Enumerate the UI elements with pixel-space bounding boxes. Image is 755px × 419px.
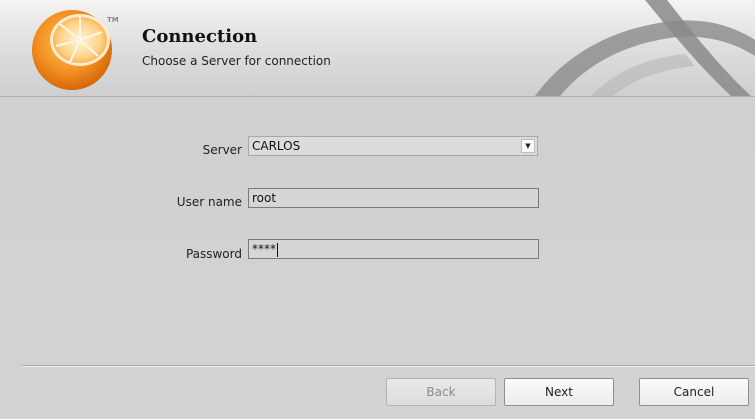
footer-divider — [22, 365, 755, 367]
username-value: root — [252, 191, 277, 205]
back-button[interactable]: Back — [386, 378, 496, 406]
username-label: User name — [176, 195, 242, 209]
username-field[interactable]: root — [248, 188, 539, 208]
trademark-mark: TM — [107, 16, 119, 24]
password-value: **** — [252, 242, 276, 256]
header-swoosh-decoration — [535, 0, 755, 96]
wizard-header: TM Connection Choose a Server for connec… — [0, 0, 755, 97]
server-label: Server — [202, 143, 242, 157]
next-button[interactable]: Next — [504, 378, 614, 406]
cancel-button[interactable]: Cancel — [639, 378, 749, 406]
text-cursor — [277, 242, 278, 257]
chevron-down-icon[interactable]: ▼ — [521, 139, 535, 153]
page-subtitle: Choose a Server for connection — [142, 54, 331, 68]
page-title: Connection — [142, 26, 258, 47]
server-select[interactable]: CARLOS ▼ — [248, 136, 538, 156]
password-label: Password — [185, 247, 242, 261]
password-field[interactable]: **** — [248, 239, 539, 259]
server-select-value: CARLOS — [252, 139, 301, 153]
